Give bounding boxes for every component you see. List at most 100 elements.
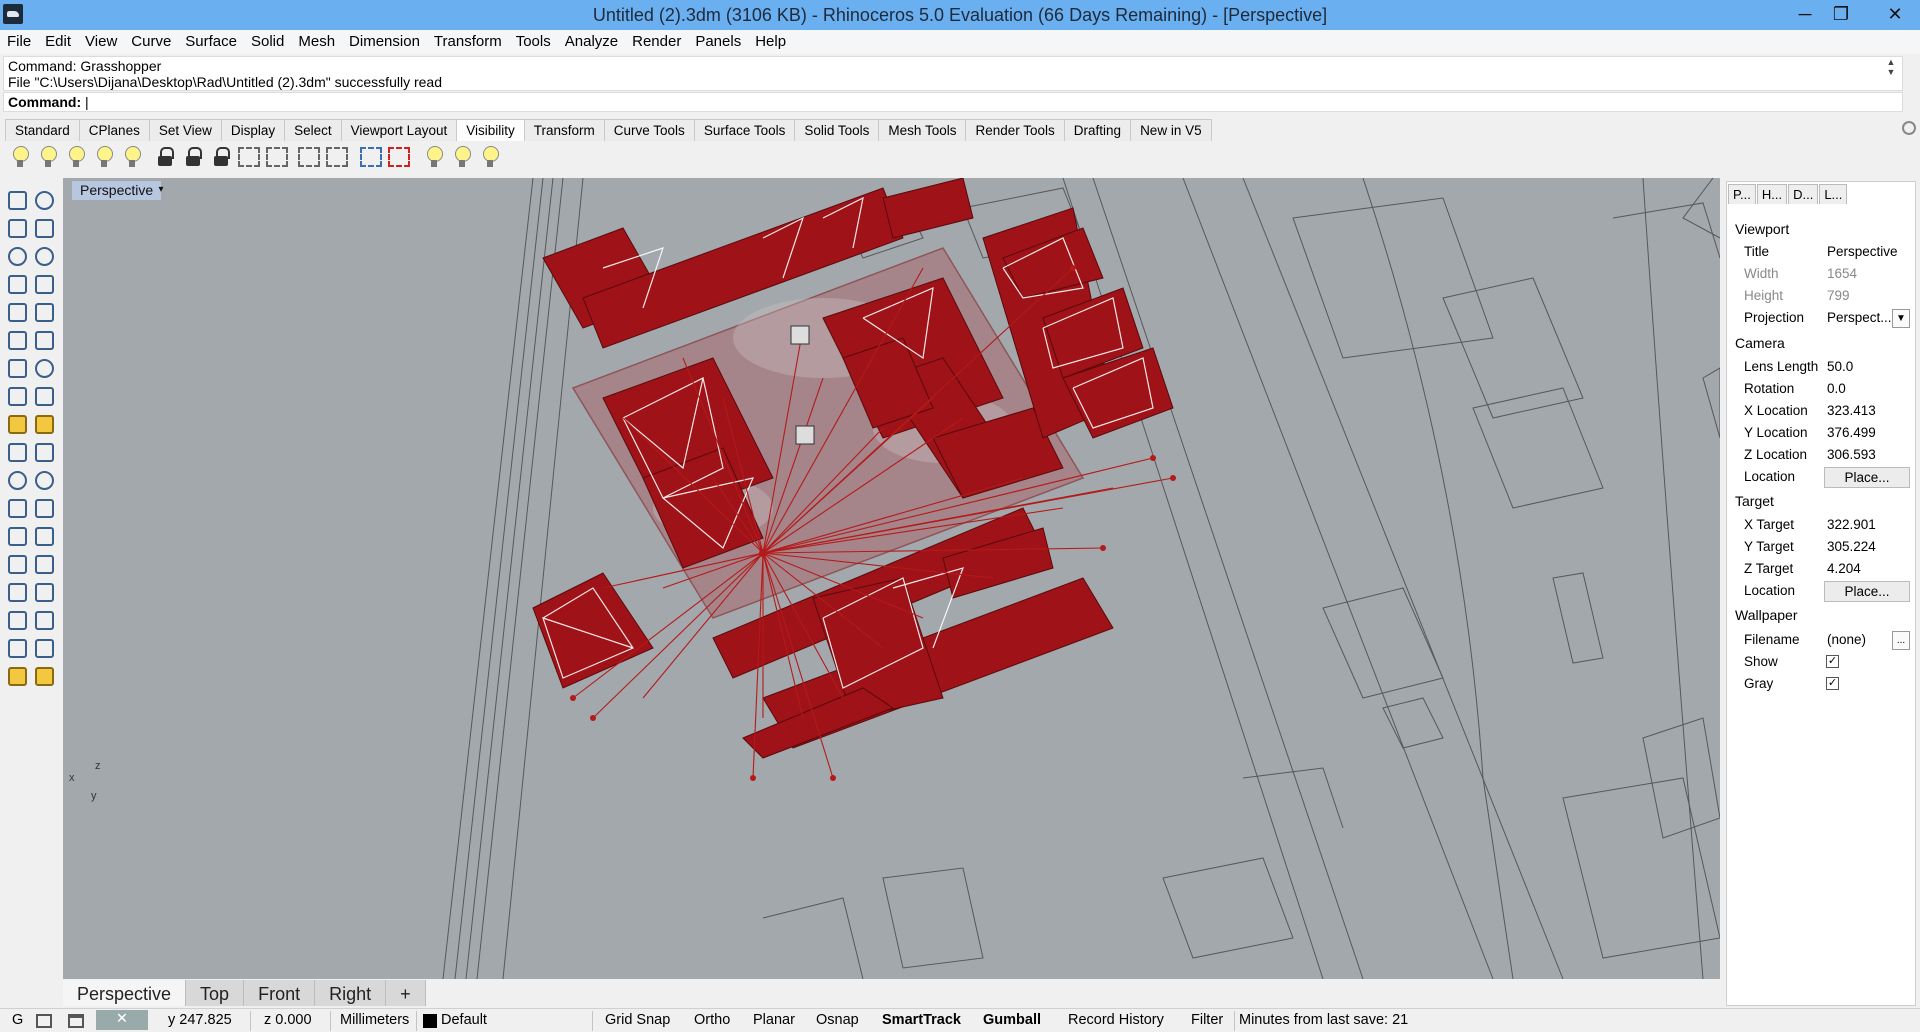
box-icon[interactable] [4,355,27,378]
place-target-button[interactable]: Place... [1824,581,1910,602]
polygon-icon[interactable] [4,299,27,322]
menu-dimension[interactable]: Dimension [342,30,427,50]
menu-file[interactable]: File [0,30,38,50]
grid-icon[interactable] [4,607,27,630]
gear-icon[interactable] [1902,121,1916,135]
clipping-plane-icon[interactable] [360,147,382,167]
close-icon[interactable]: ✕ [96,1010,148,1030]
tab-standard[interactable]: Standard [5,119,80,141]
panel-tab-display[interactable]: D... [1788,184,1819,204]
record-history-toggle[interactable]: Record History [1068,1012,1164,1028]
menu-surface[interactable]: Surface [178,30,244,50]
panel-tab-properties[interactable]: P... [1728,184,1756,204]
tab-solid-tools[interactable]: Solid Tools [794,119,880,141]
layer-icon[interactable] [31,607,54,630]
fillet-icon[interactable] [31,299,54,322]
menu-analyze[interactable]: Analyze [558,30,625,50]
show-checkbox[interactable]: ✓ [1826,655,1839,668]
lock-swap-icon[interactable] [238,147,260,167]
boolean-icon[interactable] [4,411,27,434]
y-location-field[interactable]: 376.499 [1824,423,1910,444]
material-icon[interactable] [4,663,27,686]
lock-icon[interactable] [156,147,174,167]
tab-visibility[interactable]: Visibility [456,119,525,141]
tab-drafting[interactable]: Drafting [1063,119,1132,141]
cplane-indicator[interactable]: G [12,1012,23,1028]
menu-help[interactable]: Help [748,30,793,50]
arc-icon[interactable] [4,271,27,294]
maximize-button[interactable]: ❐ [1818,0,1864,30]
curve-icon[interactable] [31,215,54,238]
viewport-icon[interactable] [68,1014,84,1028]
rectangle-icon[interactable] [31,271,54,294]
tab-select[interactable]: Select [284,119,342,141]
explode-icon[interactable] [31,411,54,434]
polyline-icon[interactable] [4,215,27,238]
layer-label[interactable]: Default [441,1012,487,1028]
window-icon[interactable] [36,1014,52,1028]
close-button[interactable]: ✕ [1872,0,1918,30]
menu-curve[interactable]: Curve [124,30,178,50]
y-target-field[interactable]: 305.224 [1824,537,1910,558]
point-icon[interactable] [31,187,54,210]
trim-icon[interactable] [4,439,27,462]
light-icon[interactable] [31,663,54,686]
z-target-field[interactable]: 4.204 [1824,559,1910,580]
tab-transform[interactable]: Transform [523,119,605,141]
view-tab-top[interactable]: Top [186,980,245,1006]
title-field[interactable]: Perspective [1824,242,1910,263]
viewport-title[interactable]: Perspective [72,181,162,200]
command-history[interactable]: Command: Grasshopper File "C:\Users\Dija… [3,56,1903,91]
osnap-toggle[interactable]: Osnap [816,1012,859,1028]
browse-button[interactable]: ... [1892,631,1910,650]
tab-curve-tools[interactable]: Curve Tools [603,119,695,141]
unlock-icon[interactable] [184,147,202,167]
scroll-arrows-icon[interactable]: ▲ ▼ [1884,57,1898,77]
text-icon[interactable] [4,523,27,546]
split-icon[interactable] [31,439,54,462]
ortho-toggle[interactable]: Ortho [694,1012,730,1028]
view-tab-right[interactable]: Right [315,980,387,1006]
lens-length-field[interactable]: 50.0 [1824,357,1910,378]
render-icon[interactable] [4,635,27,658]
place-camera-button[interactable]: Place... [1824,467,1910,488]
tab-mesh-tools[interactable]: Mesh Tools [878,119,967,141]
hide-icon[interactable] [38,145,58,169]
tab-surface-tools[interactable]: Surface Tools [693,119,796,141]
tab-render-tools[interactable]: Render Tools [965,119,1065,141]
analyze-icon[interactable] [31,579,54,602]
scale-icon[interactable] [31,495,54,518]
mesh-icon[interactable] [31,383,54,406]
array-icon[interactable] [4,551,27,574]
menu-render[interactable]: Render [625,30,688,50]
x-target-field[interactable]: 322.901 [1824,515,1910,536]
rotation-field[interactable]: 0.0 [1824,379,1910,400]
x-location-field[interactable]: 323.413 [1824,401,1910,422]
tab-cplanes[interactable]: CPlanes [78,119,150,141]
panel-tab-help[interactable]: H... [1756,184,1788,204]
tab-viewport-layout[interactable]: Viewport Layout [340,119,458,141]
hide-swap-icon[interactable] [94,145,114,169]
menu-tools[interactable]: Tools [509,30,558,50]
ellipse-icon[interactable] [31,243,54,266]
check-icon[interactable] [31,635,54,658]
gumball-toggle[interactable]: Gumball [983,1012,1041,1028]
z-location-field[interactable]: 306.593 [1824,445,1910,466]
select-arrow-icon[interactable] [4,187,27,210]
viewport-menu-chevron-icon[interactable]: ▾ [155,181,167,199]
menu-mesh[interactable]: Mesh [291,30,342,50]
unlock-selected-icon[interactable] [266,147,288,167]
perspective-viewport[interactable]: z x y [63,178,1720,979]
menu-panels[interactable]: Panels [688,30,748,50]
block-icon[interactable] [4,579,27,602]
tab-new-in-v5[interactable]: New in V5 [1130,119,1212,141]
group-icon[interactable] [31,467,54,490]
grid-snap-toggle[interactable]: Grid Snap [605,1012,670,1028]
unisolate-icon[interactable] [452,145,472,169]
units-label[interactable]: Millimeters [340,1012,409,1028]
gray-checkbox[interactable]: ✓ [1826,677,1839,690]
show-selected-icon[interactable] [66,145,86,169]
lock-selected-icon[interactable] [212,147,230,167]
surface-icon[interactable] [4,327,27,350]
chevron-down-icon[interactable]: ▼ [1892,309,1910,328]
